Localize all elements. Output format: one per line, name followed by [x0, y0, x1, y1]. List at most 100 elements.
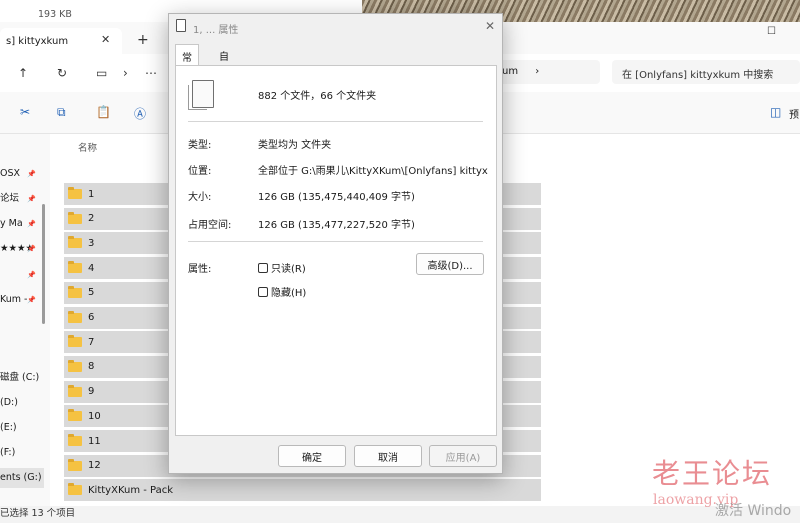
folder-name: 2	[88, 213, 95, 225]
folder-name: 5	[88, 287, 95, 299]
folder-name: 3	[88, 237, 95, 249]
folder-icon	[68, 434, 82, 446]
folder-name: 9	[88, 386, 95, 398]
sidebar-scrollbar[interactable]	[42, 204, 45, 324]
sidebar-item-label: OSX	[0, 168, 21, 179]
folder-icon	[68, 285, 82, 298]
folder-icon	[68, 310, 82, 323]
divider	[188, 241, 483, 242]
more-icon[interactable]: ⋯	[145, 66, 157, 80]
folder-name: 4	[88, 262, 95, 274]
sidebar-item[interactable]: (E:)	[0, 418, 44, 438]
checkbox-box[interactable]	[258, 262, 268, 273]
preview-label[interactable]: 预	[789, 106, 799, 121]
folder-name: 10	[88, 410, 101, 422]
pin-icon: 📌	[27, 271, 36, 279]
sidebar-item-label: (D:)	[0, 397, 18, 408]
properties-dialog: 1, ... 属性 ✕ 常规 自定义 882 个文件，66 个文件夹 类型: 类型…	[168, 13, 503, 474]
folder-icon	[68, 359, 82, 372]
apply-button[interactable]: 应用(A)	[429, 445, 497, 467]
activate-windows-text: 激活 Windo	[715, 503, 792, 519]
sidebar-item[interactable]: 📌	[0, 265, 44, 285]
sidebar-item[interactable]: OSX 📌	[0, 164, 44, 184]
sidebar-item[interactable]: 论坛 📌	[0, 189, 44, 209]
folder-name: 8	[88, 361, 95, 373]
attributes-label: 属性:	[188, 264, 212, 275]
sidebar-item[interactable]: Kum - 📌	[0, 290, 44, 310]
pin-icon: 📌	[27, 195, 36, 203]
folder-name: 7	[88, 336, 95, 348]
rename-icon[interactable]: Ⓐ	[134, 105, 148, 121]
divider	[188, 121, 483, 122]
hidden-checkbox[interactable]: 隐藏(H)	[258, 284, 306, 299]
tab-custom[interactable]: 自定义	[213, 44, 235, 93]
search-input[interactable]: 在 [Onlyfans] kittyxkum 中搜索	[612, 60, 800, 84]
folder-name: 11	[88, 435, 101, 447]
property-value: 全部位于 G:\雨果儿\KittyXKum\[Onlyfans] kittyxk…	[258, 166, 488, 177]
copy-icon[interactable]: ⧉	[57, 105, 71, 119]
advanced-button[interactable]: 高级(D)...	[416, 253, 484, 275]
add-tab-icon[interactable]: +	[137, 32, 149, 48]
sidebar-item[interactable]: (D:)	[0, 393, 44, 413]
cut-icon[interactable]: ✂	[20, 105, 34, 119]
sidebar-item-label: (F:)	[0, 447, 16, 458]
property-value: 126 GB (135,477,227,520 字节)	[258, 220, 415, 231]
property-label: 类型:	[188, 140, 212, 151]
folder-icon	[68, 409, 82, 422]
sidebar-item-label: 磁盘 (C:)	[0, 372, 40, 383]
cancel-button[interactable]: 取消	[354, 445, 422, 467]
hidden-label: 隐藏(H)	[271, 288, 307, 299]
folder-row[interactable]: KittyXKum - Pack	[64, 479, 541, 502]
monitor-icon[interactable]: ▭	[96, 66, 107, 80]
sidebar-item-label: 论坛	[0, 193, 20, 204]
sidebar-item-label: ents (G:)	[0, 472, 42, 483]
folder-icon	[68, 236, 82, 249]
sidebar-item[interactable]: ★★★★ 📌	[0, 239, 44, 259]
dialog-titlebar[interactable]: 1, ... 属性 ✕	[169, 14, 502, 40]
sidebar-item[interactable]: y Ma 📌	[0, 214, 44, 234]
folder-name: 6	[88, 312, 95, 323]
folder-icon	[68, 187, 82, 199]
tab-general[interactable]: 常规	[175, 44, 199, 79]
watermark-logo: 老王论坛	[652, 457, 773, 490]
property-label: 占用空间:	[188, 220, 232, 231]
dialog-title: 1, ... 属性	[193, 25, 239, 36]
pin-icon: 📌	[27, 245, 36, 253]
readonly-label: 只读(R)	[271, 264, 306, 275]
pin-icon: 📌	[27, 170, 36, 178]
sidebar-item[interactable]: ents (G:)	[0, 468, 44, 488]
readonly-checkbox[interactable]: 只读(R)	[258, 260, 306, 275]
multiple-files-icon	[188, 80, 214, 110]
property-value: 126 GB (135,475,440,409 字节)	[258, 192, 415, 203]
sidebar-item[interactable]: (F:)	[0, 443, 44, 463]
general-panel: 882 个文件，66 个文件夹 类型: 类型均为 文件夹 位置: 全部位于 G:\雨果…	[175, 65, 497, 436]
tab-title: s] kittyxkum	[6, 35, 69, 47]
background-size-text: 193 KB	[38, 9, 72, 20]
folder-icon	[68, 458, 82, 471]
document-icon	[176, 19, 186, 32]
folder-name: KittyXKum - Pack	[88, 484, 174, 496]
ok-button[interactable]: 确定	[278, 445, 346, 467]
pin-icon: 📌	[27, 220, 36, 228]
close-icon[interactable]: ✕	[101, 33, 110, 46]
maximize-icon[interactable]: ☐	[767, 26, 776, 37]
property-value: 类型均为 文件夹	[258, 140, 332, 151]
refresh-icon[interactable]: ↻	[57, 66, 67, 80]
checkbox-box[interactable]	[258, 286, 268, 297]
address-bar[interactable]: um ›	[496, 60, 600, 84]
sidebar-item[interactable]: 磁盘 (C:)	[0, 368, 44, 388]
preview-pane-icon[interactable]: ◫	[770, 105, 784, 119]
up-arrow-icon[interactable]: ↑	[18, 66, 28, 80]
address-text: um	[502, 66, 519, 77]
chevron-right-icon[interactable]: ›	[123, 66, 128, 80]
paste-icon[interactable]: 📋	[96, 105, 111, 119]
sidebar-item-label: (E:)	[0, 422, 17, 433]
folder-icon	[68, 483, 82, 496]
folder-icon	[68, 261, 82, 274]
dialog-close-icon[interactable]: ✕	[485, 19, 495, 33]
folder-icon	[68, 384, 82, 397]
column-header-name[interactable]: 名称	[78, 140, 97, 154]
folder-name: 1	[88, 188, 95, 200]
address-chevron-icon[interactable]: ›	[535, 66, 539, 77]
selection-summary: 882 个文件，66 个文件夹	[258, 91, 377, 102]
